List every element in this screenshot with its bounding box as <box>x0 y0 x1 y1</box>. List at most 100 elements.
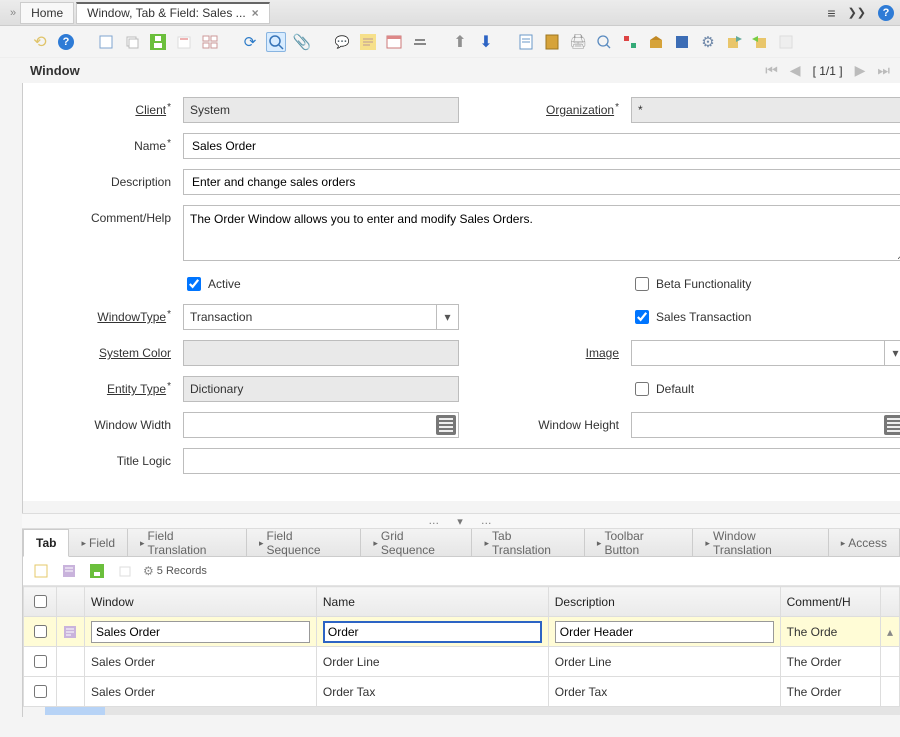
import-icon[interactable] <box>750 32 770 52</box>
table-row[interactable]: Sales OrderOrder LineOrder LineThe Order <box>24 647 900 677</box>
grid-toggle-icon[interactable] <box>200 32 220 52</box>
comment-field[interactable]: The Order Window allows you to enter and… <box>183 205 900 261</box>
edit-row-icon[interactable] <box>63 625 77 639</box>
detail-tab-bar: Tab▸Field▸Field Translation▸Field Sequen… <box>23 529 900 557</box>
splitter-bar[interactable]: …▾… <box>22 513 900 529</box>
col-description[interactable]: Description <box>548 587 780 617</box>
first-record-icon[interactable]: ⏮ <box>765 62 778 79</box>
col-window[interactable]: Window <box>85 587 317 617</box>
calendar-icon[interactable] <box>384 32 404 52</box>
subtab-field[interactable]: ▸Field <box>69 529 128 557</box>
row-select-checkbox[interactable] <box>34 685 47 698</box>
subtab-toolbar-button[interactable]: ▸Toolbar Button <box>585 529 694 557</box>
comment-label: Comment/Help <box>91 211 171 225</box>
chevron-down-icon[interactable]: ▾ <box>884 341 900 365</box>
cell-input-window[interactable] <box>91 621 310 643</box>
refresh-icon[interactable]: ⟳ <box>240 32 260 52</box>
window-form: Client System Organization * Name Descri… <box>33 97 890 474</box>
subtab-tab[interactable]: Tab <box>23 529 69 557</box>
save-icon[interactable] <box>148 32 168 52</box>
workflow-icon[interactable] <box>620 32 640 52</box>
detail-record-icon[interactable]: ⬇ <box>476 32 496 52</box>
beta-checkbox[interactable] <box>635 277 649 291</box>
subtab-tab-translation[interactable]: ▸Tab Translation <box>472 529 584 557</box>
window-width-field[interactable] <box>183 412 459 438</box>
help-icon[interactable]: ? <box>56 32 76 52</box>
expand-sidebar-icon[interactable]: » <box>6 7 20 19</box>
app-tab-bar: » Home Window, Tab & Field: Sales ... × … <box>0 0 900 26</box>
titlelogic-field[interactable] <box>183 448 900 474</box>
grid-form-icon[interactable] <box>59 561 79 581</box>
cell-input-name[interactable] <box>323 621 542 643</box>
menu-icon[interactable]: ≡ <box>827 5 835 21</box>
default-checkbox[interactable] <box>635 382 649 396</box>
archive-icon[interactable] <box>542 32 562 52</box>
close-icon[interactable]: × <box>252 6 259 20</box>
calculator-icon[interactable] <box>884 415 900 435</box>
undo-icon[interactable]: ⟲ <box>30 32 50 52</box>
client-field: System <box>183 97 459 123</box>
subtab-field-sequence[interactable]: ▸Field Sequence <box>247 529 361 557</box>
image-field[interactable]: ▾ <box>631 340 900 366</box>
beta-label: Beta Functionality <box>656 277 751 291</box>
subtab-window-translation[interactable]: ▸Window Translation <box>693 529 828 557</box>
chevron-down-icon[interactable]: ❯❯ <box>848 6 866 19</box>
prev-record-icon[interactable]: ◀ <box>790 62 801 79</box>
chat-icon[interactable]: 💬 <box>332 32 352 52</box>
subtab-grid-sequence[interactable]: ▸Grid Sequence <box>361 529 472 557</box>
triangle-icon: ▸ <box>373 538 378 549</box>
note-icon[interactable] <box>358 32 378 52</box>
table-row[interactable]: Sales OrderOrder TaxOrder TaxThe Order <box>24 677 900 707</box>
new-record-icon[interactable] <box>96 32 116 52</box>
col-name[interactable]: Name <box>316 587 548 617</box>
grid-toolbar: ⚙5 Records <box>23 557 900 586</box>
name-field[interactable] <box>183 133 900 159</box>
gear-icon[interactable]: ⚙ <box>143 564 154 578</box>
next-record-icon[interactable]: ▶ <box>855 62 866 79</box>
export-icon[interactable] <box>724 32 744 52</box>
report-icon[interactable] <box>516 32 536 52</box>
image-label: Image <box>586 346 619 360</box>
tab-home[interactable]: Home <box>20 2 74 24</box>
record-pager: ⏮ ◀ [ 1/1 ] ▶ ⏭ <box>765 62 890 79</box>
select-all-checkbox[interactable] <box>34 595 47 608</box>
client-label: Client <box>135 103 166 117</box>
search-icon[interactable] <box>266 32 286 52</box>
windowtype-field[interactable]: Transaction▾ <box>183 304 459 330</box>
entitytype-field: Dictionary <box>183 376 459 402</box>
triangle-icon: ▸ <box>140 538 145 549</box>
cell-input-description[interactable] <box>555 621 774 643</box>
grid-delete-icon[interactable] <box>115 561 135 581</box>
salestx-checkbox[interactable] <box>635 310 649 324</box>
row-select-checkbox[interactable] <box>34 655 47 668</box>
attachment-icon[interactable]: 📎 <box>292 32 312 52</box>
chevron-down-icon[interactable]: ▾ <box>436 305 458 329</box>
titlelogic-label: Title Logic <box>117 454 171 468</box>
last-record-icon[interactable]: ⏭ <box>877 62 890 79</box>
row-select-checkbox[interactable] <box>34 625 47 638</box>
tab-window-tab-field[interactable]: Window, Tab & Field: Sales ... × <box>76 2 270 24</box>
parent-record-icon[interactable]: ⬆ <box>450 32 470 52</box>
table-row[interactable]: The Orde▴ <box>24 617 900 647</box>
grid-save-icon[interactable] <box>87 561 107 581</box>
print-icon[interactable]: 🖨 <box>568 32 588 52</box>
copy-record-icon[interactable] <box>122 32 142 52</box>
description-field[interactable] <box>183 169 900 195</box>
horizontal-scrollbar[interactable] <box>45 707 900 717</box>
delete-icon[interactable] <box>174 32 194 52</box>
subtab-field-translation[interactable]: ▸Field Translation <box>128 529 247 557</box>
process-icon[interactable] <box>672 32 692 52</box>
gear-icon[interactable]: ⚙ <box>698 32 718 52</box>
organization-label: Organization <box>546 103 614 117</box>
active-checkbox[interactable] <box>187 277 201 291</box>
close-window-icon[interactable] <box>776 32 796 52</box>
subtab-access[interactable]: ▸Access <box>829 529 900 557</box>
zoom-across-icon[interactable] <box>594 32 614 52</box>
grid-new-icon[interactable] <box>31 561 51 581</box>
calculator-icon[interactable] <box>436 415 456 435</box>
col-comment[interactable]: Comment/H <box>780 587 880 617</box>
window-height-field[interactable] <box>631 412 900 438</box>
help-icon[interactable]: ? <box>878 5 894 21</box>
product-icon[interactable] <box>646 32 666 52</box>
request-icon[interactable] <box>410 32 430 52</box>
